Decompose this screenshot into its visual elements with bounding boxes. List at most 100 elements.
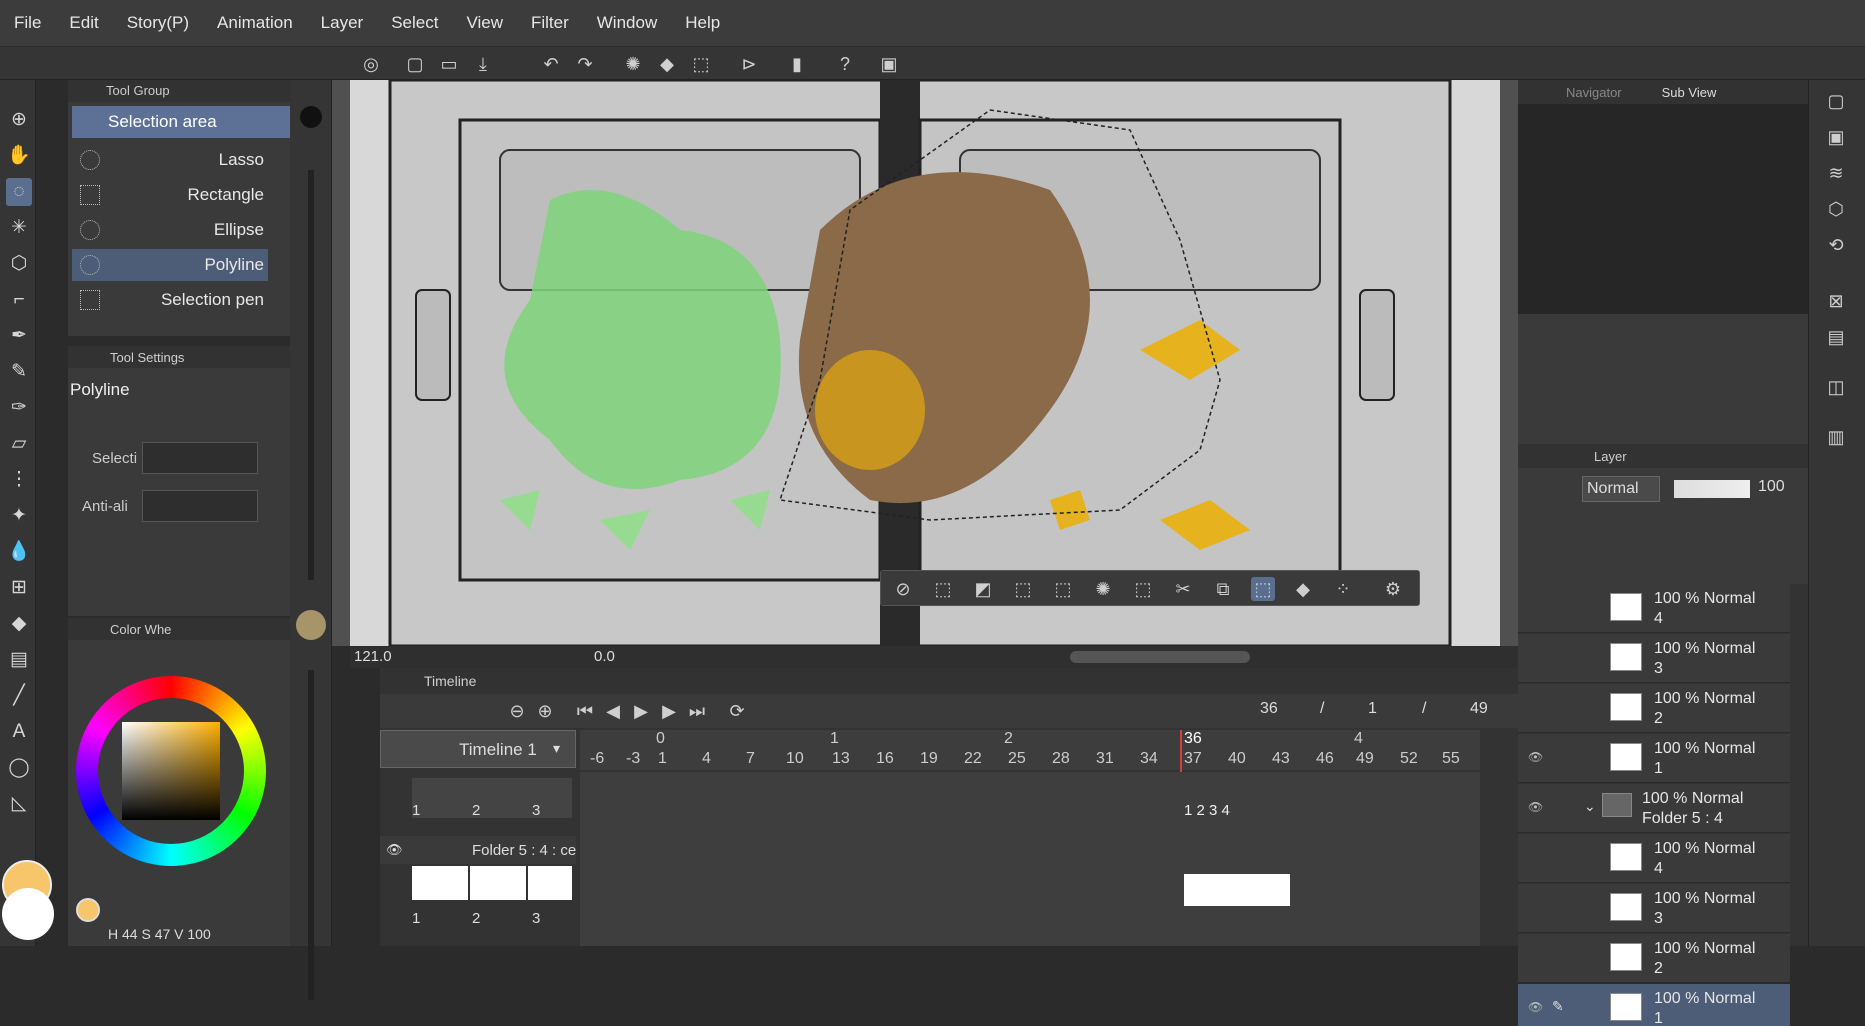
help-icon[interactable]: ? xyxy=(834,53,856,75)
brush-size-slider[interactable] xyxy=(308,170,314,580)
deselect-icon[interactable]: ✺ xyxy=(622,53,644,75)
eye-icon[interactable] xyxy=(1528,600,1542,610)
zoom-in-icon[interactable]: ⊕ xyxy=(534,700,556,722)
opacity-slider[interactable] xyxy=(308,670,314,1000)
play-icon[interactable]: ▶ xyxy=(630,700,652,722)
eye-icon[interactable] xyxy=(1528,950,1542,960)
page-number[interactable]: 1 xyxy=(1368,700,1377,718)
layers-icon[interactable]: ≋ xyxy=(1825,162,1847,184)
close-panel-icon[interactable]: ⊠ xyxy=(1825,290,1847,312)
invert-selection-icon[interactable]: ◩ xyxy=(971,577,995,601)
3d-object-icon[interactable]: ⬡ xyxy=(6,250,32,278)
folder-row[interactable]: 👁 ⌄ 100 % Normal Folder 5 : 4 xyxy=(1518,784,1790,833)
current-frame[interactable]: 36 xyxy=(1260,700,1278,718)
decoration-icon[interactable]: ⋮ xyxy=(6,466,32,494)
current-color-chip[interactable] xyxy=(76,898,100,922)
sub-color-swatch[interactable] xyxy=(2,888,54,940)
menu-help[interactable]: Help xyxy=(671,13,734,33)
opacity-preview[interactable] xyxy=(296,610,326,640)
undo-icon[interactable]: ↶ xyxy=(540,53,562,75)
opacity-slider[interactable] xyxy=(1674,480,1750,498)
layer-row[interactable]: 100 % Normal 4 xyxy=(1518,834,1790,883)
menu-file[interactable]: File xyxy=(0,13,55,33)
move-tool-icon[interactable]: ⊕ xyxy=(6,106,32,134)
blend-icon[interactable]: 💧 xyxy=(6,538,32,566)
transform-icon[interactable]: ⬚ xyxy=(690,53,712,75)
eye-icon[interactable] xyxy=(1528,900,1542,910)
hue-ring[interactable] xyxy=(76,676,266,866)
hand-tool-icon[interactable]: ✋ xyxy=(6,142,32,170)
menu-window[interactable]: Window xyxy=(583,13,671,33)
keyframe-thumbs[interactable] xyxy=(1184,874,1290,906)
layer-property-icon[interactable]: ⬡ xyxy=(1825,198,1847,220)
selection-mode-buttons[interactable] xyxy=(142,442,258,474)
auto-select-icon[interactable]: ✳ xyxy=(6,214,32,242)
saturation-value-square[interactable] xyxy=(122,722,220,820)
blend-mode-select[interactable]: Normal xyxy=(1582,476,1660,502)
flip-icon[interactable]: ⊳ xyxy=(738,53,760,75)
material-icon[interactable]: ▤ xyxy=(1825,326,1847,348)
subtool-lasso[interactable]: Lasso xyxy=(72,144,268,176)
sparkle-icon[interactable]: ✦ xyxy=(6,502,32,530)
subtool-group-selection[interactable]: Selection area xyxy=(72,106,290,138)
search-layer-icon[interactable]: ◫ xyxy=(1825,376,1847,398)
first-frame-icon[interactable]: ⏮ xyxy=(574,700,596,722)
layer-row[interactable]: 100 % Normal 3 xyxy=(1518,884,1790,933)
auto-action-icon[interactable]: ▥ xyxy=(1825,426,1847,448)
chevron-down-icon[interactable]: ⌄ xyxy=(1584,798,1596,815)
layer-row[interactable]: 👁 100 % Normal 1 xyxy=(1518,734,1790,783)
new-file-icon[interactable]: ▢ xyxy=(404,53,426,75)
subtool-ellipse[interactable]: Ellipse xyxy=(72,214,268,246)
opacity-value[interactable]: 100 xyxy=(1758,478,1785,496)
layer-row[interactable]: 100 % Normal 4 xyxy=(1518,584,1790,633)
menu-select[interactable]: Select xyxy=(377,13,452,33)
bucket-icon[interactable]: ◆ xyxy=(6,610,32,638)
launcher-settings-icon[interactable]: ⚙ xyxy=(1381,577,1405,601)
pattern-icon[interactable]: ⁘ xyxy=(1331,577,1355,601)
gradient-icon[interactable]: ▤ xyxy=(6,646,32,674)
expand-selection-icon[interactable]: ⬚ xyxy=(1011,577,1035,601)
figure-icon[interactable]: ⊞ xyxy=(6,574,32,602)
layer-row[interactable]: 100 % Normal 2 xyxy=(1518,934,1790,983)
menu-view[interactable]: View xyxy=(452,13,517,33)
shrink-selection-icon[interactable]: ⬚ xyxy=(1051,577,1075,601)
menu-story[interactable]: Story(P) xyxy=(113,13,203,33)
pencil-tool-icon[interactable]: ✎ xyxy=(6,358,32,386)
eye-icon[interactable] xyxy=(1528,650,1542,660)
deselect-button-icon[interactable]: ⊘ xyxy=(891,577,915,601)
zoom-out-icon[interactable]: ⊖ xyxy=(506,700,528,722)
menu-layer[interactable]: Layer xyxy=(307,13,378,33)
fill-icon[interactable]: ◆ xyxy=(656,53,678,75)
eraser-icon[interactable]: ▱ xyxy=(6,430,32,458)
menu-filter[interactable]: Filter xyxy=(517,13,583,33)
clear-outside-icon[interactable]: ✺ xyxy=(1091,577,1115,601)
cel-thumb[interactable] xyxy=(470,866,526,900)
subtool-rectangle[interactable]: Rectangle xyxy=(72,179,268,211)
frame-icon[interactable]: ◺ xyxy=(6,790,32,818)
panel-icon[interactable]: ▣ xyxy=(1825,126,1847,148)
lasso-tool-icon[interactable]: ◌ xyxy=(6,178,32,206)
open-folder-icon[interactable]: ▭ xyxy=(438,53,460,75)
copy-paste-icon[interactable]: ⧉ xyxy=(1211,577,1235,601)
cel-thumb[interactable] xyxy=(528,866,572,900)
eyedropper-icon[interactable]: ⌐ xyxy=(6,286,32,314)
tab-sub-view[interactable]: Sub View xyxy=(1662,85,1717,100)
save-icon[interactable]: ⤓ xyxy=(472,53,494,75)
menu-animation[interactable]: Animation xyxy=(203,13,307,33)
app-icon[interactable]: ◎ xyxy=(360,53,382,75)
window-icon[interactable]: ▣ xyxy=(878,53,900,75)
select-all-icon[interactable]: ⬚ xyxy=(931,577,955,601)
eye-icon[interactable] xyxy=(1528,700,1542,710)
menu-edit[interactable]: Edit xyxy=(55,13,112,33)
horizontal-scrollbar[interactable] xyxy=(1070,651,1250,663)
brush-size-preview[interactable] xyxy=(300,106,322,128)
layer-row[interactable]: 100 % Normal 3 xyxy=(1518,634,1790,683)
next-frame-icon[interactable]: ▶ xyxy=(658,700,680,722)
animation-icon[interactable]: ⟲ xyxy=(1825,234,1847,256)
track-2-header[interactable]: 👁 Folder 5 : 4 : cel xyxy=(380,836,576,864)
ruler-icon[interactable]: ▮ xyxy=(786,53,808,75)
antialias-buttons[interactable] xyxy=(142,490,258,522)
tab-navigator[interactable]: Navigator xyxy=(1566,85,1622,100)
timeline-tracks[interactable] xyxy=(580,772,1480,946)
layer-row-selected[interactable]: 👁 ✎ 100 % Normal 1 xyxy=(1518,984,1790,1026)
